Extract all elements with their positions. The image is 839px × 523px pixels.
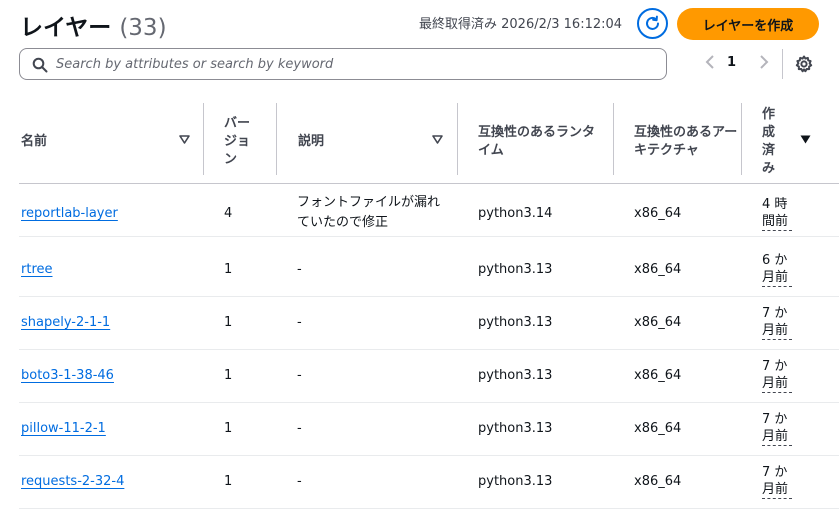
created-time-cell: 7 か月前: [762, 305, 792, 340]
table-row: pillow-11-2-1 1 - python3.13 x86_64 7 か月…: [19, 403, 839, 456]
created-time-cell: 6 か月前: [762, 252, 792, 287]
caret-down-outline-icon[interactable]: [432, 135, 443, 144]
version-cell: 1: [224, 474, 233, 489]
created-time-cell: 7 か月前: [762, 464, 792, 499]
column-divider: [276, 103, 277, 175]
architecture-cell: x86_64: [634, 474, 682, 489]
runtime-cell: python3.13: [478, 368, 553, 383]
gear-icon[interactable]: [794, 54, 814, 74]
column-architectures-label: 互換性のあるアーキテクチャ: [634, 125, 738, 158]
version-cell: 4: [224, 206, 233, 221]
description-cell: -: [297, 368, 302, 383]
layer-name-cell: shapely-2-1-1: [21, 313, 110, 333]
description-cell: -: [297, 421, 302, 436]
caret-down-filled-icon[interactable]: [800, 135, 811, 144]
column-created-label: 作成済み: [762, 107, 776, 176]
table-row: reportlab-layer 4 フォントファイルが漏れていたので修正 pyt…: [19, 184, 839, 237]
created-time-cell: 4 時間前: [762, 196, 792, 231]
runtime-cell: python3.13: [478, 421, 553, 436]
version-cell: 1: [224, 315, 233, 330]
column-header-created[interactable]: 作成済み: [762, 100, 822, 184]
table-row: rtree 1 - python3.13 x86_64 6 か月前: [19, 244, 839, 297]
column-runtimes-label: 互換性のあるランタイム: [478, 125, 596, 158]
refresh-button[interactable]: [637, 8, 668, 39]
layer-name-link[interactable]: shapely-2-1-1: [21, 315, 110, 330]
column-header-version: バージョン: [224, 100, 264, 184]
table-header: 名前 バージョン 説明 互換性のあるランタイム 互換性のあるアーキテクチャ 作成…: [19, 100, 839, 184]
layer-name-cell: requests-2-32-4: [21, 472, 124, 492]
layer-name-cell: rtree: [21, 260, 53, 280]
column-divider: [203, 103, 204, 175]
page-header: レイヤー (33) 最終取得済み 2026/2/3 16:12:04 レイヤーを…: [0, 0, 839, 48]
architecture-cell: x86_64: [634, 368, 682, 383]
search-bar[interactable]: [19, 48, 667, 80]
current-page[interactable]: 1: [727, 55, 736, 70]
column-divider: [613, 103, 614, 175]
chevron-left-icon[interactable]: [701, 54, 719, 74]
column-header-name[interactable]: 名前: [21, 100, 191, 184]
table-row: shapely-2-1-1 1 - python3.13 x86_64 7 か月…: [19, 297, 839, 350]
layer-name-link[interactable]: requests-2-32-4: [21, 474, 124, 489]
column-divider: [457, 103, 458, 175]
created-time-cell: 7 か月前: [762, 411, 792, 446]
chevron-right-icon[interactable]: [755, 54, 773, 74]
column-header-runtimes: 互換性のあるランタイム: [478, 100, 603, 184]
column-header-architectures: 互換性のあるアーキテクチャ: [634, 100, 739, 184]
column-name-label: 名前: [21, 134, 48, 149]
layer-count: (33): [119, 15, 167, 41]
runtime-cell: python3.13: [478, 262, 553, 277]
architecture-cell: x86_64: [634, 421, 682, 436]
pagination-divider: [782, 49, 783, 79]
layer-name-cell: pillow-11-2-1: [21, 419, 106, 439]
description-cell: -: [297, 315, 302, 330]
table-row: boto3-1-38-46 1 - python3.13 x86_64 7 か月…: [19, 350, 839, 403]
search-icon: [32, 57, 48, 73]
column-divider: [741, 103, 742, 175]
page-title: レイヤー (33): [20, 8, 167, 42]
column-version-label: バージョン: [224, 116, 251, 167]
layer-name-link[interactable]: pillow-11-2-1: [21, 421, 106, 436]
refresh-icon: [646, 15, 659, 30]
layer-name-cell: reportlab-layer: [21, 204, 118, 224]
column-description-label: 説明: [298, 134, 325, 149]
page-title-text: レイヤー: [20, 15, 112, 41]
table-row: requests-2-32-4 1 - python3.13 x86_64 7 …: [19, 456, 839, 509]
caret-down-outline-icon[interactable]: [179, 135, 190, 144]
description-cell: -: [297, 262, 302, 277]
version-cell: 1: [224, 368, 233, 383]
architecture-cell: x86_64: [634, 262, 682, 277]
last-fetched-timestamp: 最終取得済み 2026/2/3 16:12:04: [419, 17, 623, 32]
runtime-cell: python3.13: [478, 315, 553, 330]
architecture-cell: x86_64: [634, 315, 682, 330]
runtime-cell: python3.14: [478, 206, 553, 221]
layer-name-link[interactable]: reportlab-layer: [21, 206, 118, 221]
runtime-cell: python3.13: [478, 474, 553, 489]
column-header-description[interactable]: 説明: [298, 100, 448, 184]
search-input[interactable]: [56, 53, 656, 75]
version-cell: 1: [224, 262, 233, 277]
architecture-cell: x86_64: [634, 206, 682, 221]
created-time-cell: 7 か月前: [762, 358, 792, 393]
description-cell: -: [297, 474, 302, 489]
description-cell: フォントファイルが漏れていたので修正: [297, 195, 441, 230]
layer-name-link[interactable]: rtree: [21, 262, 53, 277]
version-cell: 1: [224, 421, 233, 436]
layer-name-cell: boto3-1-38-46: [21, 366, 114, 386]
create-layer-button[interactable]: レイヤーを作成: [677, 8, 819, 40]
layer-name-link[interactable]: boto3-1-38-46: [21, 368, 114, 383]
